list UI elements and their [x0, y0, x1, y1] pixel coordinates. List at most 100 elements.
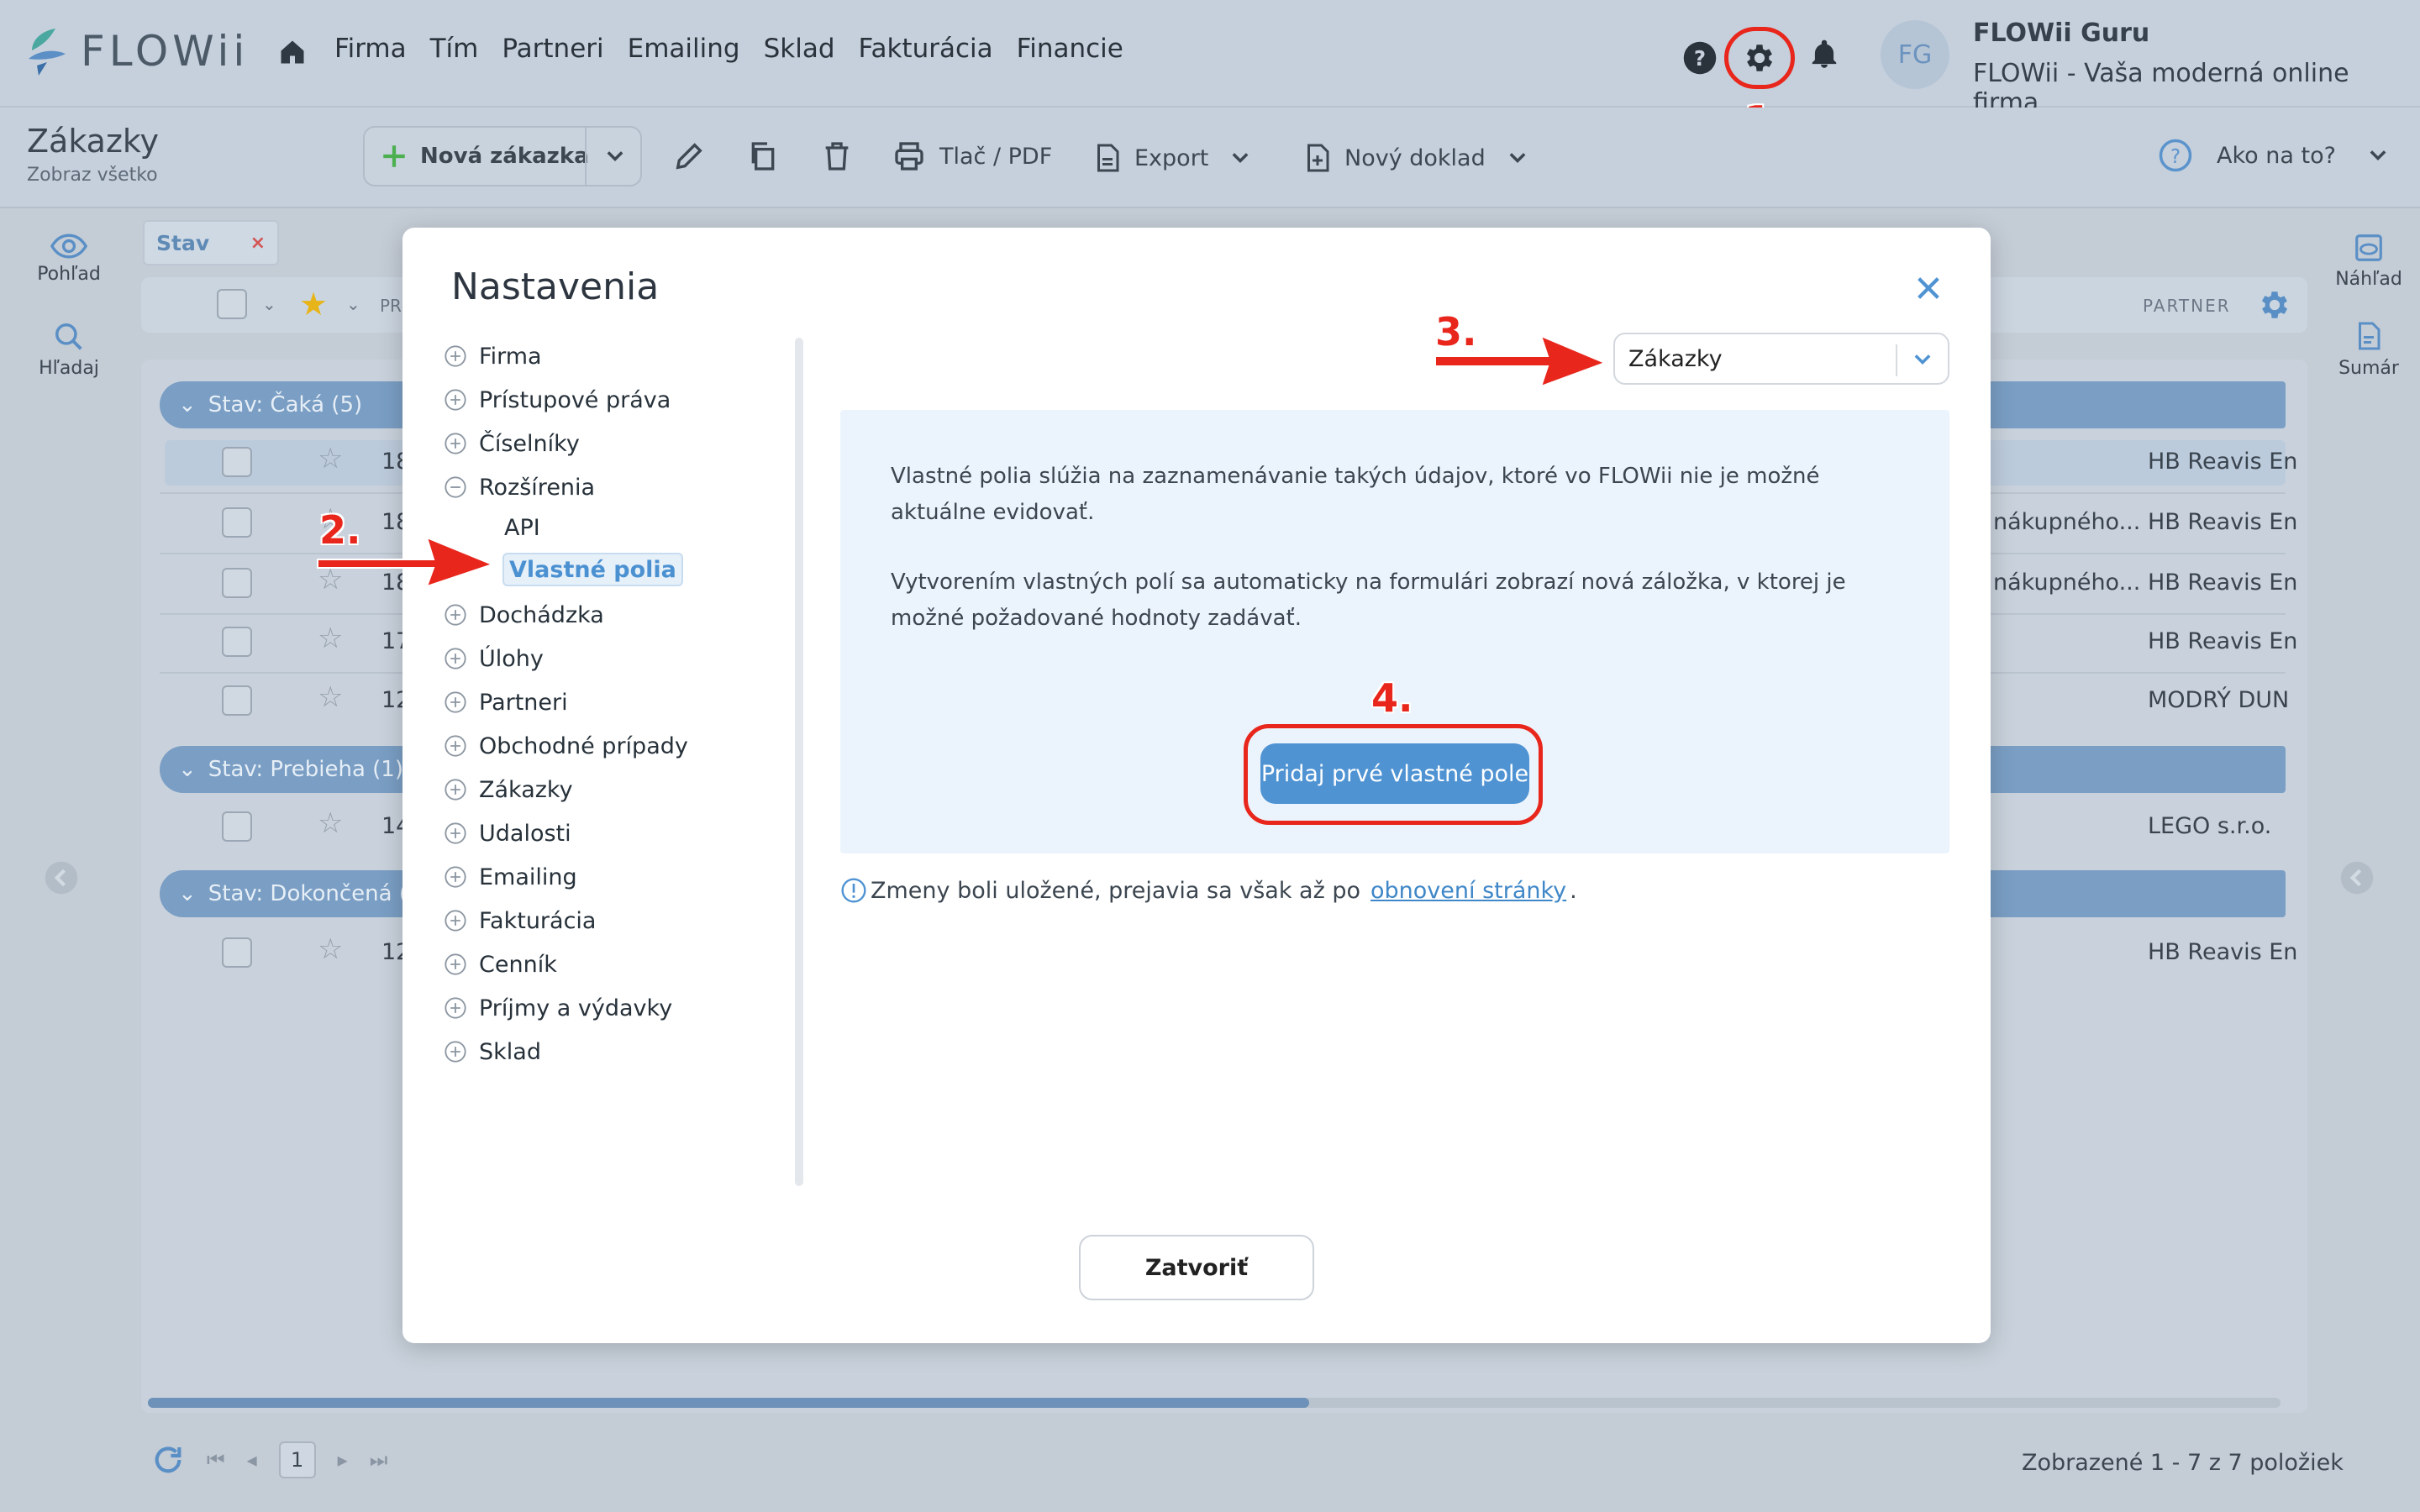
row-checkbox[interactable] — [222, 685, 252, 716]
chevron-down-icon: ⌄ — [178, 392, 197, 417]
tree-item-attendance[interactable]: Dochádzka — [444, 593, 797, 637]
page-refresh-link[interactable]: obnovení stránky — [1370, 878, 1566, 904]
page-subtitle[interactable]: Zobraz všetko — [27, 165, 158, 186]
row-partner: HB Reavis En — [2148, 449, 2298, 475]
home-icon[interactable] — [277, 37, 308, 67]
copy-icon[interactable] — [746, 138, 780, 175]
next-page-icon[interactable]: ▸ — [338, 1448, 348, 1472]
tree-item-custom-fields[interactable]: Vlastné polia — [502, 553, 683, 586]
star-outline-icon[interactable]: ☆ — [318, 680, 343, 714]
tree-item-firma[interactable]: Firma — [444, 334, 797, 378]
row-checkbox[interactable] — [222, 447, 252, 477]
summary-button[interactable]: Sumár — [2323, 319, 2415, 379]
tree-item-codelists[interactable]: Číselníky — [444, 422, 797, 465]
tree-item-income-expenses[interactable]: Príjmy a výdavky — [444, 986, 797, 1030]
new-order-button[interactable]: Nová zákazka — [363, 126, 642, 186]
trash-icon[interactable] — [820, 138, 854, 175]
star-outline-icon[interactable]: ☆ — [318, 932, 343, 966]
tree-item-invoicing[interactable]: Fakturácia — [444, 899, 797, 942]
tree-label: Sklad — [479, 1038, 541, 1065]
tree-item-emailing[interactable]: Emailing — [444, 855, 797, 899]
first-page-icon[interactable]: ⏮ — [207, 1448, 225, 1472]
remove-filter-icon[interactable]: × — [250, 233, 266, 254]
plus-circle-icon — [445, 604, 466, 626]
svg-text:?: ? — [1694, 46, 1706, 71]
tree-scrollbar[interactable] — [795, 338, 803, 1186]
row-checkbox[interactable] — [222, 937, 252, 968]
nav-item-fakturacia[interactable]: Fakturácia — [859, 34, 993, 64]
nav-item-emailing[interactable]: Emailing — [628, 34, 740, 64]
chevron-down-icon[interactable]: ⌄ — [262, 294, 276, 314]
tree-item-warehouse[interactable]: Sklad — [444, 1030, 797, 1074]
row-partner: HB Reavis En — [2148, 939, 2298, 965]
row-checkbox[interactable] — [222, 507, 252, 538]
help-icon[interactable]: ? — [1682, 40, 1718, 76]
current-page[interactable]: 1 — [278, 1441, 316, 1478]
tree-item-tasks[interactable]: Úlohy — [444, 637, 797, 680]
pagination: ⏮ ◂ 1 ▸ ⏭ — [151, 1441, 387, 1478]
tree-item-access-rights[interactable]: Prístupové práva — [444, 378, 797, 422]
column-header-partner[interactable]: PARTNER — [2143, 296, 2231, 316]
tree-item-business-cases[interactable]: Obchodné prípady — [444, 724, 797, 768]
bell-icon[interactable] — [1808, 37, 1840, 72]
row-description: nákupného... — [1993, 570, 2141, 596]
tree-item-api[interactable]: API — [444, 509, 797, 546]
horizontal-scrollbar-thumb[interactable] — [148, 1398, 1309, 1408]
plus-icon — [383, 145, 405, 167]
tree-label: Prístupové práva — [479, 386, 671, 413]
user-name[interactable]: FLOWii Guru — [1973, 18, 2149, 48]
group-label: Stav: Čaká (5) — [208, 392, 363, 417]
row-checkbox[interactable] — [222, 811, 252, 842]
print-pdf-button[interactable]: Tlač / PDF — [891, 139, 1052, 173]
add-first-custom-field-button[interactable]: Pridaj prvé vlastné pole — [1260, 743, 1529, 804]
chevron-left-icon[interactable] — [2339, 860, 2375, 895]
star-outline-icon[interactable]: ☆ — [318, 806, 343, 840]
flowii-logo[interactable]: FLOWii — [25, 25, 249, 77]
module-select[interactable]: Zákazky — [1613, 333, 1949, 385]
print-label: Tlač / PDF — [939, 143, 1053, 170]
plus-circle-icon — [445, 866, 466, 888]
chevron-down-icon — [1914, 354, 1931, 365]
prev-page-icon[interactable]: ◂ — [247, 1448, 257, 1472]
export-button[interactable]: Export — [1092, 139, 1252, 176]
new-document-button[interactable]: Nový doklad — [1302, 139, 1529, 176]
close-button[interactable]: Zatvoriť — [1079, 1235, 1314, 1300]
view-button[interactable]: Pohľad — [23, 234, 115, 285]
tree-item-extensions[interactable]: Rozšírenia — [444, 465, 797, 509]
select-all-checkbox[interactable] — [217, 289, 247, 319]
filter-chip-status[interactable]: Stav × — [143, 220, 279, 265]
edit-icon[interactable] — [672, 139, 706, 173]
row-checkbox[interactable] — [222, 568, 252, 598]
chevron-down-icon[interactable] — [603, 144, 627, 168]
refresh-icon[interactable] — [151, 1443, 185, 1477]
star-outline-icon[interactable]: ☆ — [318, 442, 343, 475]
last-page-icon[interactable]: ⏭ — [370, 1448, 388, 1472]
star-outline-icon[interactable]: ☆ — [318, 622, 343, 655]
star-filled-icon[interactable]: ★ — [299, 286, 328, 323]
gear-icon[interactable] — [2257, 287, 2292, 323]
nav-item-partneri[interactable]: Partneri — [502, 34, 603, 64]
preview-label: Náhľad — [2335, 269, 2402, 290]
eye-icon — [50, 234, 87, 259]
close-icon[interactable] — [1914, 274, 1943, 302]
select-divider — [1896, 344, 1897, 376]
tree-item-pricelist[interactable]: Cenník — [444, 942, 797, 986]
tree-item-orders[interactable]: Zákazky — [444, 768, 797, 811]
preview-button[interactable]: Náhľad — [2323, 232, 2415, 290]
nav-item-tim[interactable]: Tím — [430, 34, 479, 64]
tree-item-partners[interactable]: Partneri — [444, 680, 797, 724]
user-avatar[interactable]: FG — [1881, 20, 1949, 89]
tree-label: Úlohy — [479, 645, 544, 672]
how-to-button[interactable]: ? Ako na to? — [2158, 138, 2390, 173]
nav-item-financie[interactable]: Financie — [1017, 34, 1123, 64]
page-title: Zákazky — [27, 123, 160, 160]
tree-item-events[interactable]: Udalosti — [444, 811, 797, 855]
chevron-left-icon[interactable] — [44, 860, 79, 895]
search-button[interactable]: Hľadaj — [23, 321, 115, 379]
row-partner: MODRÝ DUN — [2148, 687, 2290, 713]
chevron-down-icon[interactable]: ⌄ — [346, 294, 360, 314]
row-checkbox[interactable] — [222, 627, 252, 657]
nav-item-firma[interactable]: Firma — [334, 34, 407, 64]
nav-item-sklad[interactable]: Sklad — [764, 34, 835, 64]
settings-button[interactable] — [1724, 27, 1795, 89]
